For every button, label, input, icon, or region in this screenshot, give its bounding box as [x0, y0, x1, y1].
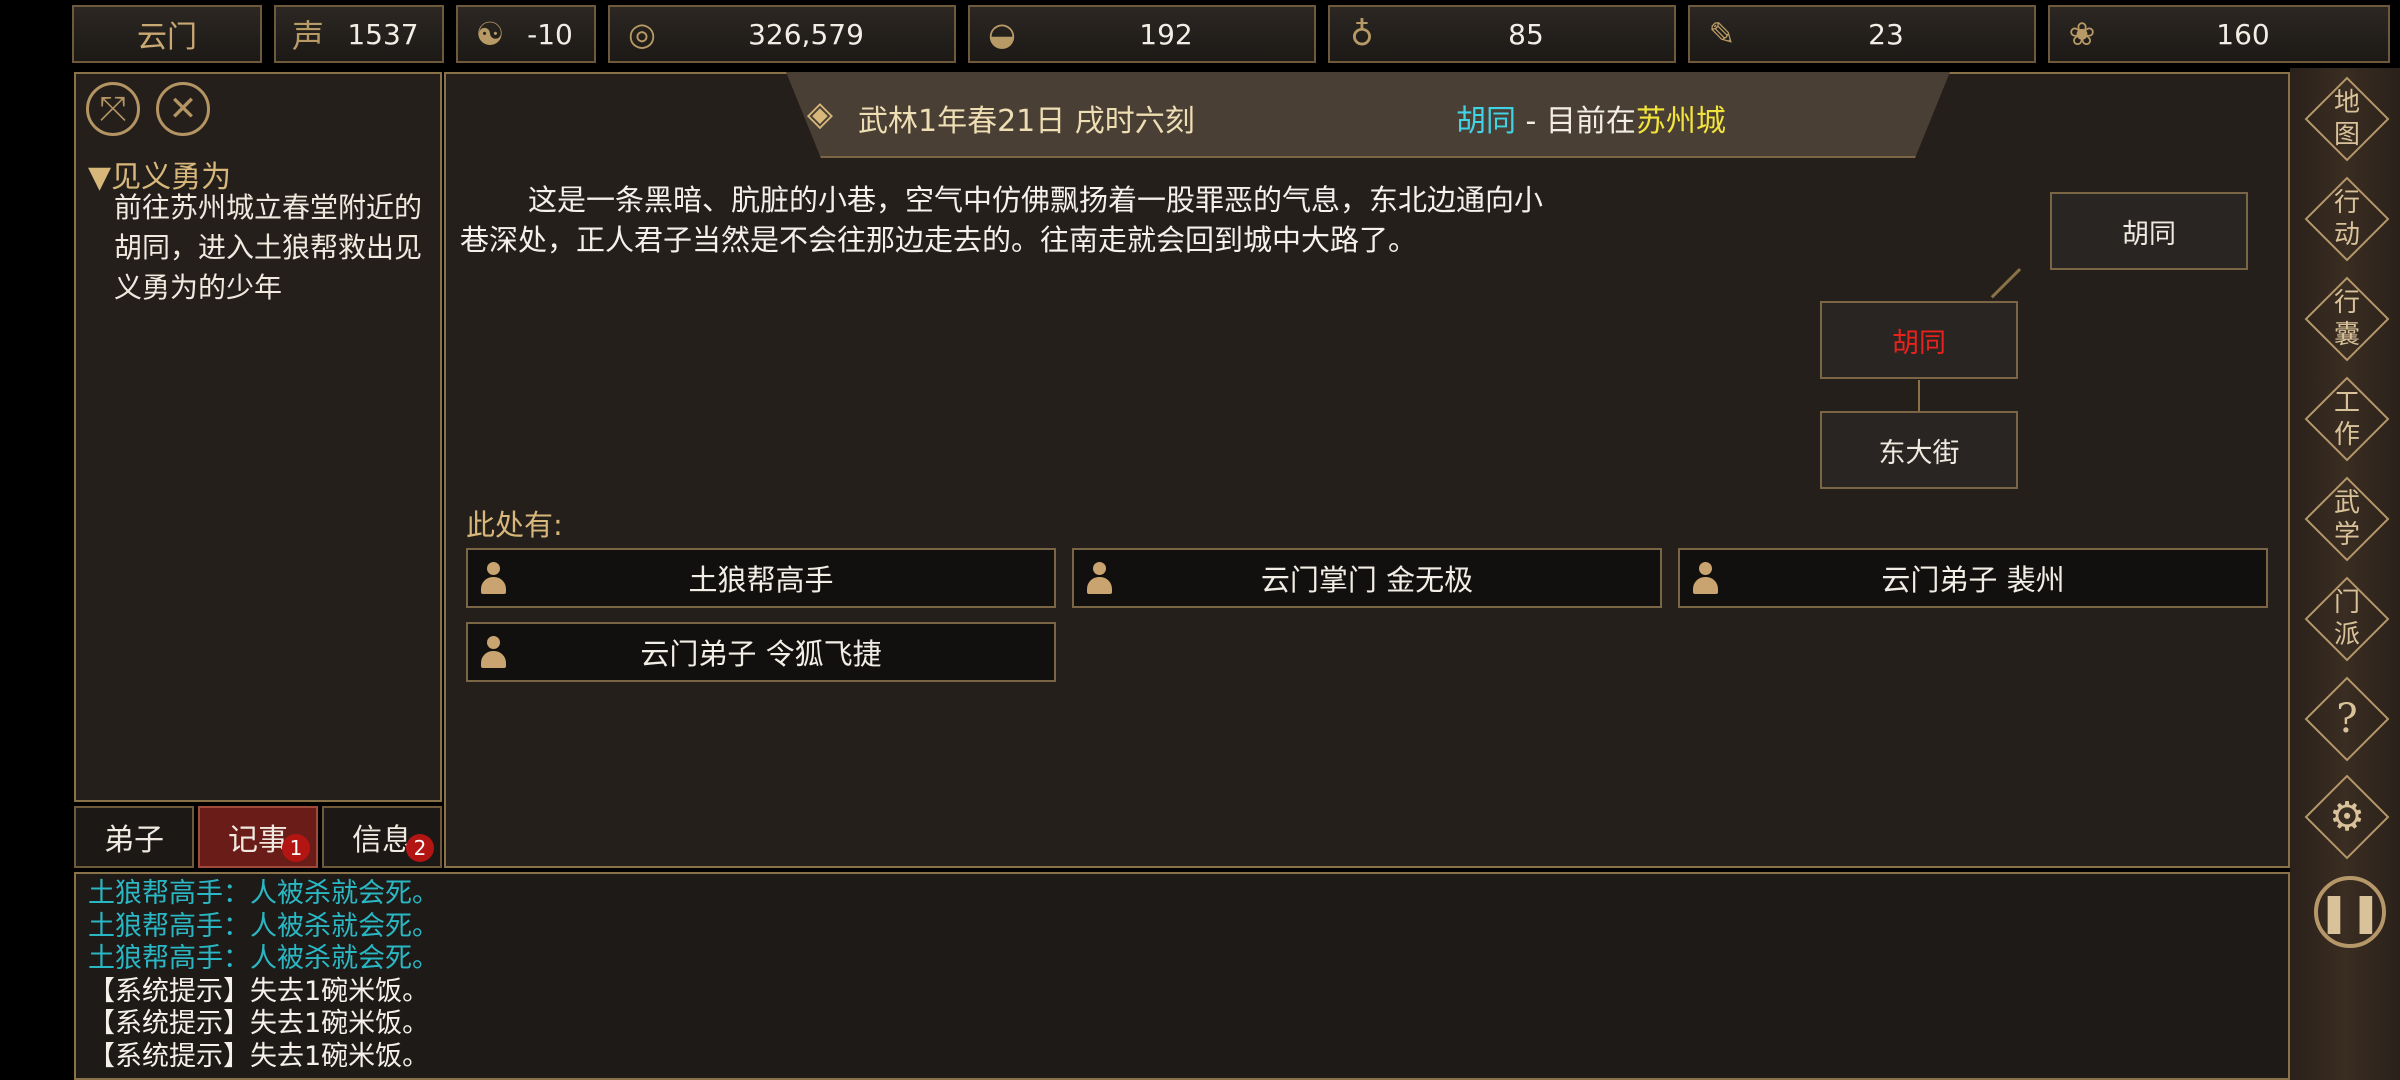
notification-badge: 2 — [406, 834, 434, 862]
scroll-icon: ✎ — [1708, 15, 1736, 53]
money-value: 326,579 — [748, 17, 864, 51]
herb-value: 160 — [2216, 17, 2270, 51]
game-date: 武林1年春21日 戌时六刻 — [858, 104, 1195, 139]
menu-label: 工作 — [2333, 388, 2360, 450]
stat-morality: ☯ -10 — [456, 5, 596, 63]
menu-label: 行囊 — [2333, 288, 2360, 350]
location-name: 胡同 — [1456, 104, 1516, 139]
person-icon — [478, 636, 508, 670]
map-node-northeast[interactable]: 胡同 — [2050, 192, 2248, 270]
help-button[interactable]: ? — [2304, 676, 2390, 762]
quest-panel: ⤧ ✕ ▼见义勇为 前往苏州城立春堂附近的胡同，进入土狼帮救出见义勇为的少年 — [74, 72, 442, 802]
location-separator: - 目前在 — [1516, 104, 1636, 139]
notification-badge: 1 — [282, 834, 310, 862]
person-icon — [1084, 562, 1114, 596]
npc-button[interactable]: 云门弟子 令狐飞捷 — [466, 622, 1056, 682]
herb-icon: ❀ — [2068, 15, 2096, 53]
menu-label: 地图 — [2333, 88, 2360, 150]
gourd-icon: ♁ — [1350, 15, 1374, 53]
sect-name: 云门 — [137, 20, 197, 55]
map-node-current: 胡同 — [1820, 301, 2018, 379]
stat-drink: ♁ 85 — [1328, 5, 1676, 63]
left-tabs: 弟子 记事 1 信息 2 — [74, 806, 442, 868]
log-line: 【系统提示】失去1碗米饭。 — [88, 1040, 430, 1072]
menu-martial-arts-button[interactable]: 武学 — [2304, 476, 2390, 562]
log-line: 土狼帮高手：人被杀就会死。 — [88, 943, 439, 974]
right-menu: 地图 行动 行囊 工作 武学 门派 ? ⚙ ❚❚ — [2290, 68, 2400, 1080]
close-icon[interactable]: ✕ — [156, 82, 210, 136]
compass-icon: ◈ — [806, 94, 834, 134]
npc-button[interactable]: 云门弟子 裴州 — [1678, 548, 2268, 608]
menu-label: 武学 — [2333, 488, 2360, 550]
menu-label: 行动 — [2333, 188, 2360, 250]
stat-herb: ❀ 160 — [2048, 5, 2390, 63]
log-line: 【系统提示】失去1碗米饭。 — [88, 975, 430, 1007]
tab-journal[interactable]: 记事 1 — [198, 806, 318, 868]
food-bowl-icon: ◒ — [988, 15, 1016, 53]
tab-disciples[interactable]: 弟子 — [74, 806, 194, 868]
npc-button[interactable]: 云门掌门 金无极 — [1072, 548, 1662, 608]
menu-inventory-button[interactable]: 行囊 — [2304, 276, 2390, 362]
npc-button[interactable]: 土狼帮高手 — [466, 548, 1056, 608]
map-connector — [1918, 380, 1920, 412]
npc-name: 土狼帮高手 — [688, 563, 834, 597]
npc-name: 云门弟子 裴州 — [1881, 563, 2065, 597]
npc-name: 云门掌门 金无极 — [1260, 563, 1474, 597]
stat-scroll: ✎ 23 — [1688, 5, 2036, 63]
menu-map-button[interactable]: 地图 — [2304, 76, 2390, 162]
person-icon — [1690, 562, 1720, 596]
food-value: 192 — [1139, 17, 1193, 51]
yinyang-icon: ☯ — [475, 15, 505, 53]
menu-action-button[interactable]: 行动 — [2304, 176, 2390, 262]
menu-label: 门派 — [2333, 588, 2360, 650]
reputation-icon: 声 — [291, 17, 324, 55]
npc-name: 云门弟子 令狐飞捷 — [640, 637, 882, 671]
message-log[interactable]: 土狼帮高手：人被杀就会死。 土狼帮高手：人被杀就会死。 土狼帮高手：人被杀就会死… — [88, 878, 439, 1073]
tab-messages[interactable]: 信息 2 — [322, 806, 442, 868]
morality-value: -10 — [527, 17, 573, 51]
menu-sect-button[interactable]: 门派 — [2304, 576, 2390, 662]
drink-value: 85 — [1508, 17, 1544, 51]
log-line: 【系统提示】失去1碗米饭。 — [88, 1008, 430, 1039]
coin-icon: ◎ — [628, 15, 656, 53]
here-label: 此处有: — [466, 508, 563, 542]
stat-food: ◒ 192 — [968, 5, 1316, 63]
log-line: 土狼帮高手：人被杀就会死。 — [88, 878, 439, 909]
settings-button[interactable]: ⚙ — [2304, 774, 2390, 860]
top-stat-bar: 云门 声 1537 ☯ -10 ◎ 326,579 ◒ 192 ♁ 85 ✎ 2… — [72, 0, 2390, 68]
stat-money: ◎ 326,579 — [608, 5, 956, 63]
menu-work-button[interactable]: 工作 — [2304, 376, 2390, 462]
stat-reputation: 声 1537 — [274, 5, 444, 63]
sect-name-button[interactable]: 云门 — [72, 5, 262, 63]
person-icon — [478, 562, 508, 596]
gear-icon: ⚙ — [2329, 794, 2365, 840]
location-header: 胡同 - 目前在苏州城 — [1456, 96, 1726, 140]
log-line: 土狼帮高手：人被杀就会死。 — [88, 910, 439, 942]
scene-description: 这是一条黑暗、肮脏的小巷，空气中仿佛飘扬着一股罪恶的气息，东北边通向小巷深处，正… — [460, 183, 1544, 257]
quest-description: 前往苏州城立春堂附近的胡同，进入土狼帮救出见义勇为的少年 — [114, 191, 423, 304]
map-node-south[interactable]: 东大街 — [1820, 411, 2018, 489]
pause-icon[interactable]: ❚❚ — [2314, 876, 2386, 948]
tab-label: 弟子 — [104, 823, 164, 858]
city-name: 苏州城 — [1635, 104, 1726, 139]
tab-label: 信息 — [352, 823, 412, 858]
collapse-icon[interactable]: ⤧ — [86, 82, 140, 136]
question-icon: ? — [2336, 696, 2358, 742]
tab-label: 记事 — [228, 823, 288, 858]
reputation-value: 1537 — [347, 17, 419, 51]
scroll-value: 23 — [1868, 17, 1904, 51]
